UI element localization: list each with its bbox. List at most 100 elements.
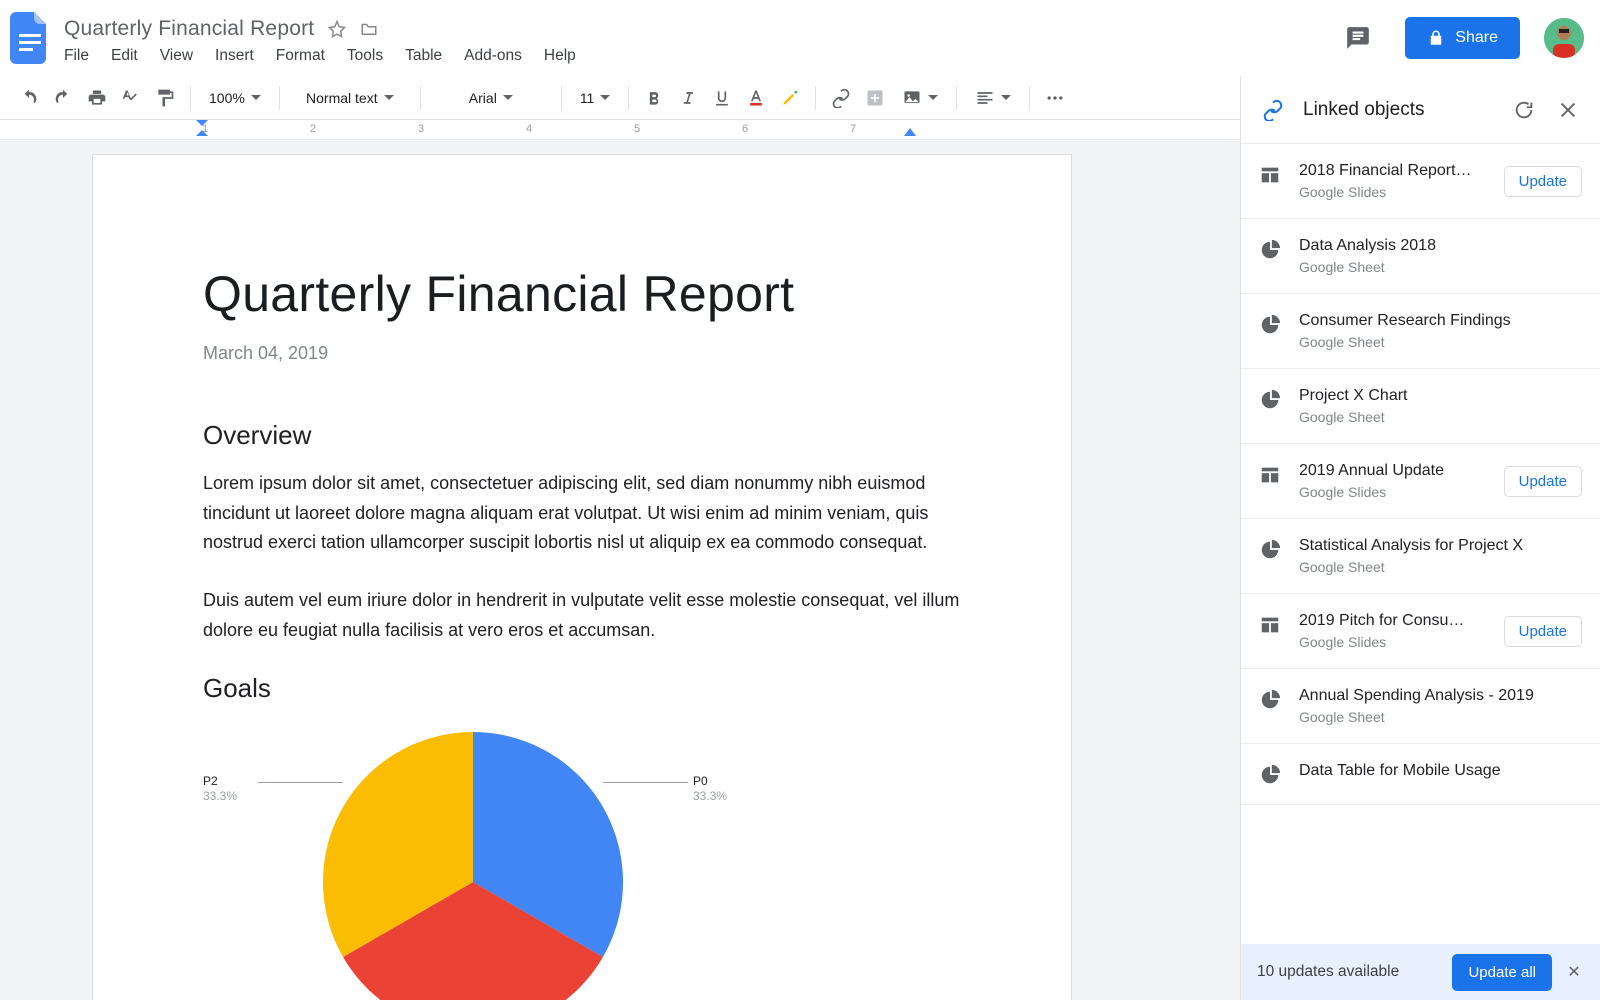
linked-object-item[interactable]: Data Analysis 2018Google Sheet: [1241, 219, 1600, 294]
caret-down-icon: [600, 93, 610, 103]
menu-format[interactable]: Format: [276, 47, 325, 65]
spellcheck-icon[interactable]: [116, 83, 146, 113]
folder-icon[interactable]: [360, 20, 378, 38]
caret-down-icon: [503, 93, 513, 103]
linked-object-source: Google Sheet: [1299, 259, 1582, 275]
redo-icon[interactable]: [48, 83, 78, 113]
linked-object-title: Project X Chart: [1299, 387, 1582, 405]
lock-icon: [1427, 29, 1445, 47]
update-all-button[interactable]: Update all: [1452, 954, 1552, 991]
menu-table[interactable]: Table: [405, 47, 442, 65]
caret-down-icon: [251, 93, 261, 103]
paint-format-icon[interactable]: [150, 83, 180, 113]
font-size-dropdown[interactable]: 11: [572, 83, 619, 113]
menu-edit[interactable]: Edit: [111, 47, 138, 65]
undo-icon[interactable]: [14, 83, 44, 113]
zoom-value: 100%: [209, 90, 245, 106]
panel-header: Linked objects: [1241, 76, 1600, 144]
menu-insert[interactable]: Insert: [215, 47, 254, 65]
caret-down-icon: [384, 93, 394, 103]
menu-tools[interactable]: Tools: [347, 47, 383, 65]
table-icon: [1259, 464, 1281, 486]
linked-object-title: Data Table for Mobile Usage: [1299, 762, 1582, 780]
pie-label-p0: P033.3%: [693, 774, 727, 804]
linked-object-title: 2018 Financial Report…: [1299, 162, 1486, 180]
linked-object-item[interactable]: 2019 Annual UpdateGoogle SlidesUpdate: [1241, 444, 1600, 519]
insert-image-icon[interactable]: [894, 83, 946, 113]
font-dropdown[interactable]: Arial: [431, 83, 551, 113]
linked-object-source: Google Sheet: [1299, 709, 1582, 725]
caret-down-icon: [1001, 93, 1011, 103]
add-comment-icon[interactable]: [860, 83, 890, 113]
linked-object-item[interactable]: Statistical Analysis for Project XGoogle…: [1241, 519, 1600, 594]
chart-icon: [1259, 689, 1281, 711]
linked-objects-list[interactable]: 2018 Financial Report… Google Slides Updat…: [1241, 144, 1600, 944]
linked-object-item[interactable]: 2018 Financial Report… Google Slides Updat…: [1241, 144, 1600, 219]
table-icon: [1259, 614, 1281, 636]
comments-icon[interactable]: [1339, 19, 1377, 57]
linked-object-item[interactable]: Data Table for Mobile Usage: [1241, 744, 1600, 805]
caret-down-icon: [928, 93, 938, 103]
ruler-tick: 2: [310, 123, 316, 135]
embedded-pie-chart[interactable]: P233.3% P033.3%: [203, 722, 723, 1000]
linked-object-source: Google Sheet: [1299, 409, 1582, 425]
chart-icon: [1259, 239, 1281, 261]
refresh-icon[interactable]: [1510, 96, 1538, 124]
linked-object-source: Google Slides: [1299, 184, 1486, 200]
highlight-icon[interactable]: [775, 83, 805, 113]
document-page[interactable]: Quarterly Financial Report March 04, 201…: [92, 154, 1072, 1000]
ruler-tick: 6: [742, 123, 748, 135]
chart-icon: [1259, 314, 1281, 336]
ruler-tick: 7: [850, 123, 856, 135]
ruler-tick: 5: [634, 123, 640, 135]
linked-object-source: Google Slides: [1299, 484, 1486, 500]
update-button[interactable]: Update: [1504, 466, 1582, 497]
menu-help[interactable]: Help: [544, 47, 576, 65]
zoom-dropdown[interactable]: 100%: [201, 83, 269, 113]
menu-file[interactable]: File: [64, 47, 89, 65]
link-icon: [1259, 96, 1287, 124]
share-button[interactable]: Share: [1405, 17, 1520, 59]
linked-object-item[interactable]: Consumer Research FindingsGoogle Sheet: [1241, 294, 1600, 369]
insert-link-icon[interactable]: [826, 83, 856, 113]
underline-icon[interactable]: [707, 83, 737, 113]
share-label: Share: [1455, 29, 1498, 47]
paragraph: Duis autem vel eum iriure dolor in hendr…: [203, 586, 961, 645]
print-icon[interactable]: [82, 83, 112, 113]
indent-marker-right[interactable]: [904, 124, 916, 139]
linked-object-item[interactable]: Annual Spending Analysis - 2019Google Sh…: [1241, 669, 1600, 744]
page-date: March 04, 2019: [203, 343, 961, 364]
update-button[interactable]: Update: [1504, 616, 1582, 647]
font-size-value: 11: [580, 90, 595, 106]
dismiss-icon[interactable]: ✕: [1564, 962, 1584, 982]
pie-label-p2: P233.3%: [203, 774, 237, 804]
docs-logo-icon[interactable]: [8, 8, 52, 68]
paragraph: Lorem ipsum dolor sit amet, consectetuer…: [203, 469, 961, 558]
text-color-icon[interactable]: [741, 83, 771, 113]
menu-addons[interactable]: Add-ons: [464, 47, 522, 65]
linked-object-item[interactable]: 2019 Pitch for Consu…Google SlidesUpdate: [1241, 594, 1600, 669]
chart-icon: [1259, 764, 1281, 786]
page-title: Quarterly Financial Report: [203, 265, 961, 323]
linked-object-source: Google Sheet: [1299, 559, 1582, 575]
linked-object-title: Consumer Research Findings: [1299, 312, 1582, 330]
align-icon[interactable]: [967, 83, 1019, 113]
menu-bar: File Edit View Insert Format Tools Table…: [64, 47, 576, 65]
linked-object-item[interactable]: Project X Chart Google Sheet: [1241, 369, 1600, 444]
indent-marker-left[interactable]: [196, 120, 208, 139]
document-workspace: Quarterly Financial Report March 04, 201…: [0, 140, 1240, 1000]
italic-icon[interactable]: [673, 83, 703, 113]
ruler-tick: 3: [418, 123, 424, 135]
document-title[interactable]: Quarterly Financial Report: [64, 17, 314, 41]
paragraph-style-dropdown[interactable]: Normal text: [290, 83, 410, 113]
update-button[interactable]: Update: [1504, 166, 1582, 197]
close-icon[interactable]: [1554, 96, 1582, 124]
menu-view[interactable]: View: [160, 47, 193, 65]
avatar[interactable]: [1544, 18, 1584, 58]
panel-title: Linked objects: [1303, 99, 1494, 121]
more-icon[interactable]: [1040, 83, 1070, 113]
bold-icon[interactable]: [639, 83, 669, 113]
star-icon[interactable]: [328, 20, 346, 38]
updates-available-label: 10 updates available: [1257, 963, 1440, 981]
linked-object-source: Google Slides: [1299, 634, 1486, 650]
